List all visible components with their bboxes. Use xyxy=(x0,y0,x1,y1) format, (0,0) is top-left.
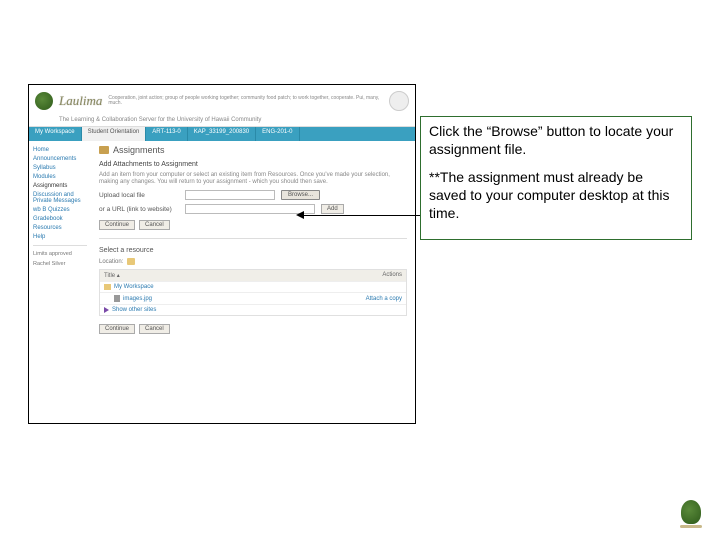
leaf-icon xyxy=(681,500,701,524)
assignments-icon xyxy=(99,146,109,154)
url-label: or a URL (link to website) xyxy=(99,206,179,213)
page-title: Assignments xyxy=(113,145,165,155)
tab-kap-33199[interactable]: KAP_33199_200830 xyxy=(188,127,256,141)
callout-text-2: **The assignment must already be saved t… xyxy=(429,169,683,223)
folder-icon xyxy=(104,284,111,290)
file-icon xyxy=(114,295,120,302)
tab-my-workspace[interactable]: My Workspace xyxy=(29,127,82,141)
resource-section-title: Select a resource xyxy=(99,247,407,254)
site-tabs: My Workspace Student Orientation ART-113… xyxy=(29,127,415,141)
tab-art-113[interactable]: ART-113-0 xyxy=(146,127,187,141)
annotation-arrow-head xyxy=(296,211,304,219)
table-row[interactable]: images.jpg Attach a copy xyxy=(100,292,406,304)
location-label: Location: xyxy=(99,259,123,265)
sidebar-item-home[interactable]: Home xyxy=(33,147,87,153)
tab-student-orientation[interactable]: Student Orientation xyxy=(82,127,147,141)
header: Laulima Cooperation, joint action; group… xyxy=(29,85,415,117)
upload-label: Upload local file xyxy=(99,192,179,199)
expand-icon xyxy=(104,307,109,313)
callout-text-1: Click the “Browse” button to locate your… xyxy=(429,123,683,159)
corner-logo xyxy=(676,500,706,530)
help-text: Add an item from your computer or select… xyxy=(99,172,407,186)
table-row[interactable]: Show other sites xyxy=(100,304,406,315)
sidebar-item-help[interactable]: Help xyxy=(33,234,87,240)
folder-icon xyxy=(127,258,135,265)
section-title: Add Attachments to Assignment xyxy=(99,161,407,168)
sidebar-item-discussion[interactable]: Discussion and Private Messages xyxy=(33,192,87,204)
row-action[interactable]: Attach a copy xyxy=(366,296,402,302)
row-title: images.jpg xyxy=(123,296,152,302)
university-seal-icon xyxy=(389,91,409,111)
cancel-button-bottom[interactable]: Cancel xyxy=(139,324,170,334)
table-row[interactable]: My Workspace xyxy=(100,281,406,292)
row-title: Show other sites xyxy=(112,307,156,313)
sidebar-meta-2: Rachel Silver xyxy=(33,261,87,268)
resource-table: Title ▴ Actions My Workspace images.jpg xyxy=(99,269,407,316)
annotation-arrow xyxy=(300,215,422,216)
sidebar-item-assignments[interactable]: Assignments xyxy=(33,183,87,189)
row-title: My Workspace xyxy=(114,284,154,290)
sidebar-item-announcements[interactable]: Announcements xyxy=(33,156,87,162)
app-window: Laulima Cooperation, joint action; group… xyxy=(28,84,416,424)
logo-leaf-icon xyxy=(35,92,53,110)
brand-subline: The Learning & Collaboration Server for … xyxy=(29,117,415,127)
instruction-callout: Click the “Browse” button to locate your… xyxy=(420,116,692,240)
browse-button[interactable]: Browse... xyxy=(281,190,320,200)
brand-name: Laulima xyxy=(59,93,102,109)
col-actions: Actions xyxy=(382,272,402,279)
logo-base-icon xyxy=(680,525,702,528)
sidebar-item-resources[interactable]: Resources xyxy=(33,225,87,231)
cancel-button-top[interactable]: Cancel xyxy=(139,220,170,230)
sidebar: Home Announcements Syllabus Modules Assi… xyxy=(29,141,91,415)
tab-eng-201[interactable]: ENG-201-0 xyxy=(256,127,299,141)
brand-tagline: Cooperation, joint action; group of peop… xyxy=(108,96,389,107)
file-input[interactable] xyxy=(185,190,275,200)
sidebar-item-syllabus[interactable]: Syllabus xyxy=(33,165,87,171)
continue-button-bottom[interactable]: Continue xyxy=(99,324,135,334)
sidebar-item-gradebook[interactable]: Gradebook xyxy=(33,216,87,222)
add-button[interactable]: Add xyxy=(321,204,344,214)
main-content: Assignments Add Attachments to Assignmen… xyxy=(91,141,415,415)
sidebar-item-modules[interactable]: Modules xyxy=(33,174,87,180)
col-title[interactable]: Title ▴ xyxy=(104,272,382,279)
sidebar-meta-1: Limits approved xyxy=(33,251,87,258)
sidebar-item-quizzes[interactable]: wb B Quizzes xyxy=(33,207,87,213)
continue-button-top[interactable]: Continue xyxy=(99,220,135,230)
